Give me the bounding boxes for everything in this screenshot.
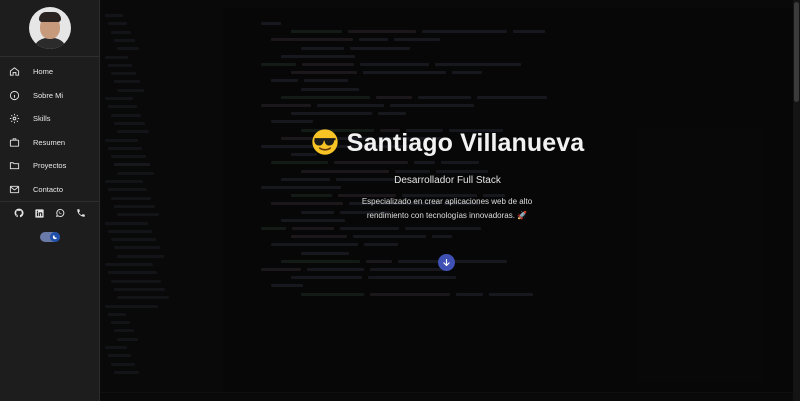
hero-title: Santiago Villanueva	[100, 128, 795, 158]
folder-icon	[9, 162, 20, 170]
sidebar-item-label: Skills	[33, 114, 51, 124]
sidebar-item-skills[interactable]: Skills	[0, 107, 100, 131]
social-links	[0, 208, 100, 218]
hero-description-line: Especializado en crear aplicaciones web …	[361, 197, 533, 206]
linkedin-icon	[35, 208, 44, 218]
sidebar-item-label: Resumen	[33, 137, 66, 147]
avatar	[29, 7, 71, 49]
home-icon	[9, 67, 20, 76]
moon-icon	[52, 235, 57, 240]
hero-role: Desarrollador Full Stack	[394, 175, 501, 186]
sidebar-item-resumen[interactable]: Resumen	[0, 131, 100, 155]
sidebar-nav: Home Sobre Mi Skills Resumen Proyectos C…	[0, 60, 100, 201]
page: Home Sobre Mi Skills Resumen Proyectos C…	[0, 0, 800, 401]
sidebar-item-label: Contacto	[33, 184, 64, 194]
sidebar-item-sobre-mi[interactable]: Sobre Mi	[0, 84, 100, 108]
mail-icon	[9, 185, 20, 193]
github-icon	[14, 208, 24, 218]
sidebar-item-proyectos[interactable]: Proyectos	[0, 154, 100, 178]
gear-icon	[9, 114, 20, 124]
divider	[0, 56, 100, 57]
whatsapp-link[interactable]	[55, 208, 65, 218]
info-icon	[9, 90, 20, 100]
sunglasses-emoji-icon	[311, 129, 338, 155]
hero-description-line: rendimiento con tecnologías innovadoras.…	[366, 210, 528, 220]
scroll-down-button[interactable]	[438, 254, 455, 271]
sidebar-item-contacto[interactable]: Contacto	[0, 178, 100, 202]
hero-description: Especializado en crear aplicaciones web …	[347, 195, 547, 222]
phone-icon	[77, 209, 85, 217]
hero-section: Santiago Villanueva Desarrollador Full S…	[100, 0, 800, 401]
arrow-down-icon	[443, 258, 450, 267]
sidebar: Home Sobre Mi Skills Resumen Proyectos C…	[0, 0, 100, 401]
sidebar-item-home[interactable]: Home	[0, 60, 100, 84]
hero-name: Santiago Villanueva	[346, 129, 585, 157]
theme-toggle-knob	[50, 232, 60, 242]
linkedin-link[interactable]	[35, 208, 45, 218]
whatsapp-icon	[56, 208, 65, 217]
github-link[interactable]	[14, 208, 24, 218]
sidebar-item-label: Home	[33, 67, 54, 77]
phone-link[interactable]	[76, 208, 86, 218]
sidebar-item-label: Proyectos	[33, 161, 67, 171]
briefcase-icon	[9, 138, 20, 147]
sidebar-item-label: Sobre Mi	[33, 90, 64, 100]
divider	[0, 201, 100, 202]
page-scrollbar[interactable]	[793, 0, 800, 401]
theme-toggle[interactable]	[40, 232, 60, 242]
scrollbar-thumb[interactable]	[794, 2, 799, 102]
